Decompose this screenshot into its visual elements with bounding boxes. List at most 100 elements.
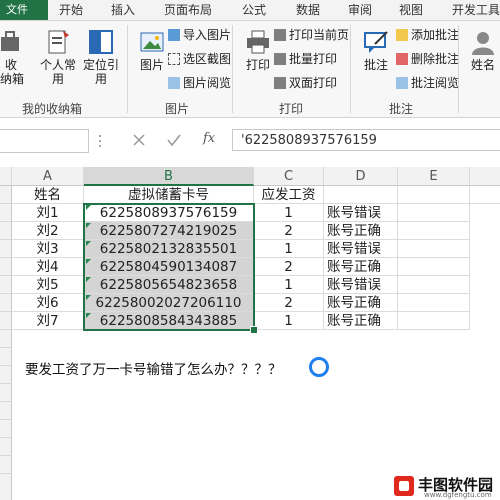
- name-button[interactable]: 姓名: [466, 29, 500, 72]
- cell-pay[interactable]: 1: [254, 276, 324, 294]
- empty-cell[interactable]: [398, 258, 470, 276]
- print-button[interactable]: 打印: [242, 29, 274, 72]
- empty-cell[interactable]: [398, 294, 470, 312]
- personal-common-button[interactable]: 个人常 用: [36, 29, 80, 86]
- text-number-warning-icon: [86, 295, 91, 300]
- header-cell-name[interactable]: 姓名: [12, 186, 84, 204]
- cell-card[interactable]: 6225805654823658: [84, 276, 254, 294]
- cell-card[interactable]: 6225802132835501: [84, 240, 254, 258]
- name-box[interactable]: [0, 129, 89, 153]
- tab-view[interactable]: 视图: [399, 0, 423, 20]
- tab-data[interactable]: 数据: [296, 0, 320, 20]
- row-header[interactable]: [0, 420, 12, 438]
- row-header[interactable]: [0, 456, 12, 474]
- watermark-logo-icon: [394, 476, 414, 496]
- empty-cell[interactable]: [398, 312, 470, 330]
- empty-cell[interactable]: [470, 186, 500, 204]
- cell-name[interactable]: 刘1: [12, 204, 84, 222]
- empty-cell[interactable]: [398, 276, 470, 294]
- cell-status[interactable]: 账号错误: [324, 204, 398, 222]
- row-header[interactable]: [0, 240, 12, 258]
- duplex-print-button[interactable]: 双面打印: [274, 75, 337, 91]
- row-header[interactable]: [0, 402, 12, 420]
- row-header[interactable]: [0, 222, 12, 240]
- tab-developer[interactable]: 开发工具: [452, 0, 500, 20]
- image-button[interactable]: 图片: [136, 29, 168, 72]
- add-comment-button[interactable]: 添加批注: [396, 27, 459, 43]
- cell-card[interactable]: 6225808584343885: [84, 312, 254, 330]
- row-header[interactable]: [0, 330, 12, 348]
- storage-box-button[interactable]: 收 纳箱: [0, 29, 24, 86]
- empty-cell[interactable]: [324, 186, 398, 204]
- cell-pay[interactable]: 1: [254, 240, 324, 258]
- header-cell-card[interactable]: 虚拟储蓄卡号: [84, 186, 254, 204]
- cell-card[interactable]: 62258002027206110: [84, 294, 254, 312]
- tab-formulas[interactable]: 公式: [242, 0, 266, 20]
- comment-browse-button[interactable]: 批注阅览: [396, 75, 459, 91]
- cell-name[interactable]: 刘7: [12, 312, 84, 330]
- header-cell-pay[interactable]: 应发工资: [254, 186, 324, 204]
- cell-name[interactable]: 刘3: [12, 240, 84, 258]
- tab-review[interactable]: 审阅: [348, 0, 372, 20]
- locate-reference-button[interactable]: 定位引 用: [80, 29, 122, 86]
- fill-handle[interactable]: [250, 326, 258, 334]
- column-header-d[interactable]: D: [324, 167, 398, 186]
- row-header[interactable]: [0, 384, 12, 402]
- column-header-e[interactable]: E: [398, 167, 470, 186]
- cell-status[interactable]: 账号错误: [324, 240, 398, 258]
- cell-pay[interactable]: 1: [254, 312, 324, 330]
- formula-input[interactable]: '6225808937576159: [232, 129, 500, 151]
- row-header[interactable]: [0, 294, 12, 312]
- comment-button[interactable]: 批注: [358, 29, 394, 72]
- insert-function-button[interactable]: fx: [203, 131, 215, 146]
- row-header[interactable]: [0, 204, 12, 222]
- row-header[interactable]: [0, 258, 12, 276]
- cell-status[interactable]: 账号错误: [324, 276, 398, 294]
- name-button-label: 姓名: [470, 58, 495, 72]
- cell-status[interactable]: 账号正确: [324, 222, 398, 240]
- empty-cell[interactable]: [398, 204, 470, 222]
- cell-status[interactable]: 账号正确: [324, 258, 398, 276]
- row-header[interactable]: [0, 366, 12, 384]
- delete-comment-button[interactable]: 删除批注: [396, 51, 459, 67]
- image-browse-button[interactable]: 图片阅览: [168, 75, 231, 91]
- cell-name[interactable]: 刘6: [12, 294, 84, 312]
- tab-insert[interactable]: 插入: [111, 0, 135, 20]
- row-header[interactable]: [0, 438, 12, 456]
- cell-card[interactable]: 6225804590134087: [84, 258, 254, 276]
- cell-pay[interactable]: 1: [254, 204, 324, 222]
- row-header[interactable]: [0, 474, 12, 500]
- tab-file[interactable]: 文件: [0, 0, 48, 20]
- cell-card[interactable]: 6225807274219025: [84, 222, 254, 240]
- cell-status[interactable]: 账号正确: [324, 294, 398, 312]
- cell-name[interactable]: 刘4: [12, 258, 84, 276]
- add-comment-label: 添加批注: [411, 28, 460, 42]
- import-image-button[interactable]: 导入图片: [168, 27, 231, 43]
- enter-check-icon[interactable]: [166, 132, 182, 151]
- batch-print-button[interactable]: 批量打印: [274, 51, 337, 67]
- row-header[interactable]: [0, 348, 12, 366]
- select-all-corner[interactable]: [0, 167, 12, 186]
- tab-home[interactable]: 开始: [59, 0, 83, 20]
- cell-pay[interactable]: 2: [254, 222, 324, 240]
- cancel-icon[interactable]: [132, 132, 146, 151]
- cell-pay[interactable]: 2: [254, 294, 324, 312]
- row-header[interactable]: [0, 186, 12, 204]
- cell-card[interactable]: 6225808937576159: [84, 204, 254, 222]
- cell-name[interactable]: 刘5: [12, 276, 84, 294]
- empty-cell[interactable]: [398, 186, 470, 204]
- column-header-b[interactable]: B: [84, 167, 254, 186]
- empty-cell[interactable]: [398, 240, 470, 258]
- print-current-page-button[interactable]: 打印当前页: [274, 27, 349, 43]
- cell-status[interactable]: 账号正确: [324, 312, 398, 330]
- select-crop-button[interactable]: 选区截图: [168, 51, 231, 67]
- column-header-c[interactable]: C: [254, 167, 324, 186]
- row-header[interactable]: [0, 276, 12, 294]
- column-header-a[interactable]: A: [12, 167, 84, 186]
- cell-pay[interactable]: 2: [254, 258, 324, 276]
- empty-cell[interactable]: [398, 222, 470, 240]
- row-header[interactable]: [0, 312, 12, 330]
- delete-comment-label: 删除批注: [411, 52, 460, 66]
- cell-name[interactable]: 刘2: [12, 222, 84, 240]
- tab-page-layout[interactable]: 页面布局: [164, 0, 212, 20]
